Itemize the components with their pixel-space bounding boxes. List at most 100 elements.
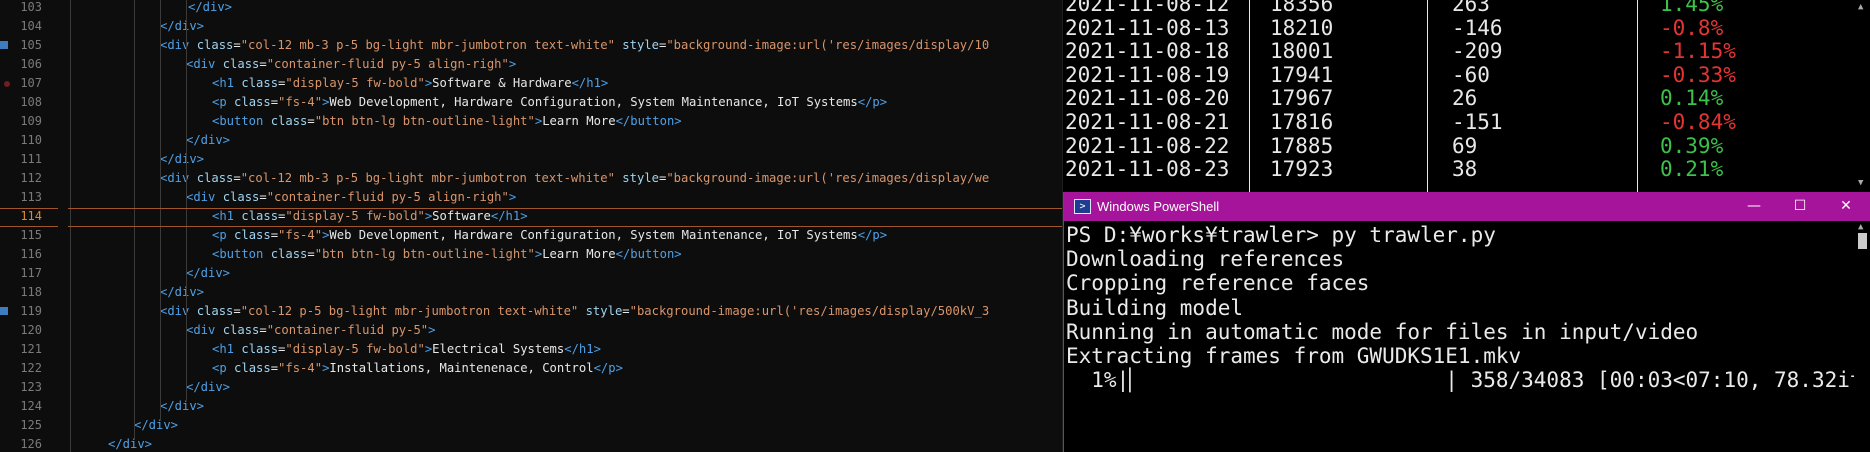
close-button[interactable]: ✕ (1823, 192, 1869, 221)
line-number: 112 (20, 171, 42, 185)
code-line[interactable]: </div> (186, 264, 230, 283)
code-token: <p (212, 228, 235, 242)
table-cell-value: 18001 (1270, 39, 1334, 64)
scroll-up-icon[interactable]: ▲ (1858, 2, 1863, 12)
bookmark-icon[interactable] (0, 307, 8, 315)
code-token: = (259, 57, 267, 71)
code-line[interactable]: </div> (188, 0, 232, 17)
code-token: <h1 (212, 342, 242, 356)
code-token: style (585, 304, 623, 318)
console-line: Extracting frames from GWUDKS1E1.mkv (1066, 344, 1522, 368)
code-token: "display-5 fw-bold" (285, 76, 425, 90)
code-token: </p> (857, 95, 888, 109)
code-token: = (259, 190, 267, 204)
code-line[interactable]: <div class="container-fluid py-5 align-r… (186, 55, 516, 74)
scroll-thumb[interactable] (1858, 233, 1867, 249)
line-number: 120 (20, 323, 42, 337)
code-token: "col-12 mb-3 p-5 bg-light mbr-jumbotron … (240, 38, 615, 52)
column-separator (1249, 0, 1250, 192)
line-number: 121 (20, 342, 42, 356)
output-scrollbar[interactable]: ▲ ▼ (1854, 0, 1870, 192)
table-cell-pct: 1.45% (1660, 0, 1724, 16)
code-token: <button (212, 114, 271, 128)
code-line[interactable]: </div> (108, 435, 152, 452)
code-line[interactable]: </div> (186, 378, 230, 397)
table-cell-pct: 0.39% (1660, 133, 1724, 158)
table-cell-change: 263 (1452, 0, 1490, 16)
console-line: Running in automatic mode for files in i… (1066, 319, 1699, 344)
table-cell-value: 17967 (1270, 86, 1334, 111)
code-token: = (270, 95, 279, 109)
code-editor[interactable]: 103 104 105 106 107 108 109 110 111 112 113 114 115 1… (0, 0, 1062, 452)
code-line[interactable]: <div class="col-12 p-5 bg-light mbr-jumb… (160, 302, 989, 321)
line-number: 122 (20, 361, 42, 375)
code-token: </div> (160, 19, 205, 33)
window-title: Windows PowerShell (1097, 199, 1220, 214)
column-separator (1637, 0, 1638, 192)
code-line[interactable]: <div class="container-fluid py-5"> (186, 321, 436, 340)
code-line[interactable]: <h1 class="display-5 fw-bold">Electrical… (212, 340, 601, 359)
code-token: Learn More (542, 114, 616, 128)
scroll-up-icon[interactable]: ▲ (1858, 222, 1863, 232)
code-line[interactable]: </div> (186, 131, 230, 150)
code-token: </div> (134, 418, 179, 432)
column-separator (1427, 0, 1428, 192)
powershell-titlebar[interactable]: > Windows PowerShell — ☐ ✕ (1064, 192, 1870, 221)
code-line[interactable]: <p class="fs-4">Web Development, Hardwar… (212, 226, 887, 245)
table-cell-pct: -0.33% (1660, 62, 1736, 87)
console-output[interactable]: PS D:¥works¥trawler> py trawler.py Downlo… (1064, 221, 1854, 452)
powershell-window[interactable]: > Windows PowerShell — ☐ ✕ PS D:¥works¥t… (1063, 192, 1870, 452)
line-number: 125 (20, 418, 42, 432)
code-line[interactable]: <div class="container-fluid py-5 align-r… (186, 188, 516, 207)
maximize-button[interactable]: ☐ (1777, 192, 1823, 221)
code-line[interactable]: <button class="btn btn-lg btn-outline-li… (212, 245, 682, 264)
scroll-down-icon[interactable]: ▼ (1858, 178, 1863, 188)
code-token: </div> (108, 437, 153, 451)
code-token: "container-fluid py-5 align-righ" (266, 57, 509, 71)
console-scrollbar[interactable]: ▲ (1854, 221, 1870, 452)
table-cell-date: 2021-11-08-23 (1065, 157, 1230, 182)
table-cell-value: 17941 (1270, 62, 1334, 87)
minimize-button[interactable]: — (1731, 192, 1777, 221)
code-line[interactable]: </div> (160, 150, 204, 169)
table-cell-value: 17885 (1270, 133, 1334, 158)
code-token: Installations, Maintenenace, Control (329, 361, 594, 375)
code-token: </div> (188, 0, 233, 14)
code-token: </div> (160, 399, 205, 413)
line-number: 115 (20, 228, 42, 242)
console-line: Downloading references (1066, 247, 1345, 272)
table-cell-date: 2021-11-08-19 (1065, 62, 1230, 87)
code-token: Web Development, Hardware Configuration,… (329, 95, 858, 109)
code-token: <p (212, 361, 235, 375)
code-token: "col-12 mb-3 p-5 bg-light mbr-jumbotron … (240, 171, 615, 185)
code-token: "fs-4" (278, 228, 323, 242)
code-token: <div (160, 304, 197, 318)
code-token: </p> (593, 361, 623, 375)
code-line[interactable]: <p class="fs-4">Installations, Maintenen… (212, 359, 623, 378)
code-line[interactable]: <h1 class="display-5 fw-bold">Software &… (212, 74, 608, 93)
code-line[interactable]: </div> (134, 416, 178, 435)
code-token: </h1> (571, 76, 609, 90)
table-cell-pct: 0.21% (1660, 157, 1724, 182)
breakpoint-icon[interactable] (4, 81, 10, 87)
line-number: 118 (20, 285, 42, 299)
powershell-icon[interactable]: > (1074, 199, 1091, 214)
code-token: <div (160, 38, 197, 52)
table-cell-change: 69 (1452, 133, 1478, 158)
code-line[interactable]: </div> (160, 397, 204, 416)
line-number: 106 (20, 57, 42, 71)
table-cell-date: 2021-11-08-18 (1065, 39, 1230, 64)
code-line[interactable]: <p class="fs-4">Web Development, Hardwar… (212, 93, 887, 112)
bookmark-icon[interactable] (0, 41, 8, 49)
code-line[interactable]: </div> (160, 17, 204, 36)
line-number: 104 (20, 19, 42, 33)
code-line[interactable]: <div class="col-12 mb-3 p-5 bg-light mbr… (160, 36, 989, 55)
code-token: class (196, 171, 234, 185)
code-token: "background-image:url('res/images/displa… (629, 304, 990, 318)
code-line[interactable]: <div class="col-12 mb-3 p-5 bg-light mbr… (160, 169, 989, 188)
code-line[interactable]: </div> (160, 283, 204, 302)
code-token: = (233, 171, 241, 185)
code-token: "background-image:url('res/images/displa… (666, 171, 990, 185)
code-line[interactable]: <button class="btn btn-lg btn-outline-li… (212, 112, 682, 131)
table-cell-date: 2021-11-08-12 (1065, 0, 1230, 16)
